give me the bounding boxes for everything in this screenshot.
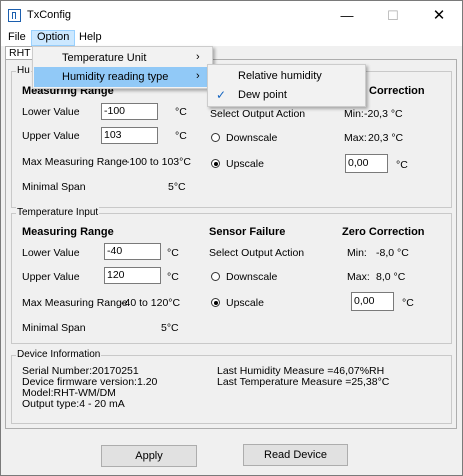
temperature-max-value: 8,0 °C [376, 271, 406, 283]
temperature-minimal-span-value: 5°C [161, 322, 179, 334]
chevron-right-icon: › [196, 51, 200, 63]
humidity-minimal-span-value: 5°C [168, 181, 186, 193]
temperature-offset-input[interactable]: 0,00 [351, 292, 394, 311]
menu-file[interactable]: File [3, 30, 31, 46]
title-bar: TxConfig — ☐ ✕ [1, 1, 462, 30]
submenu-item-relative-humidity-label: Relative humidity [238, 70, 322, 82]
humidity-minimal-span-label: Minimal Span [22, 181, 86, 193]
humidity-lower-label: Lower Value [22, 106, 80, 118]
humidity-upper-input[interactable]: 103 [101, 127, 158, 144]
close-button[interactable]: ✕ [416, 1, 462, 30]
humidity-reading-submenu: Relative humidity Dew point ✓ [207, 64, 366, 107]
humidity-upscale-radio[interactable] [211, 159, 220, 168]
temperature-upscale-radio[interactable] [211, 298, 220, 307]
temperature-upper-unit: °C [167, 271, 179, 283]
humidity-group-label: Hu [16, 65, 31, 76]
temperature-sensor-heading: Sensor Failure [209, 226, 286, 238]
humidity-min-value: -20,3 °C [364, 108, 403, 120]
menu-item-temperature-unit[interactable]: Temperature Unit [34, 48, 211, 68]
temperature-group-label: Temperature Input [16, 207, 100, 218]
temperature-min-value: -8,0 °C [376, 247, 409, 259]
menu-item-humidity-reading-type-label: Humidity reading type [62, 71, 169, 83]
tab-panel: Hu Measuring Range Correction Lower Valu… [5, 59, 457, 429]
temperature-lower-label: Lower Value [22, 247, 80, 259]
temperature-correction-heading: Zero Correction [342, 226, 425, 238]
humidity-max-label: Max: [344, 132, 367, 144]
temperature-downscale-label[interactable]: Downscale [226, 271, 277, 283]
maximize-button[interactable]: ☐ [370, 1, 416, 30]
humidity-max-value: 20,3 °C [368, 132, 404, 144]
chevron-right-icon: › [196, 70, 200, 82]
temperature-max-range-value: -40 to 120°C [121, 297, 181, 309]
temperature-input-group: Temperature Input Measuring Range Sensor… [11, 207, 452, 344]
temperature-measuring-heading: Measuring Range [22, 226, 114, 238]
humidity-lower-input[interactable]: -100 [101, 103, 158, 120]
temperature-upper-label: Upper Value [22, 271, 80, 283]
temperature-max-label: Max: [347, 271, 370, 283]
submenu-item-dew-point[interactable]: Dew point [209, 85, 364, 105]
app-window: TxConfig — ☐ ✕ File Option Help RHT Hu M… [0, 0, 463, 476]
humidity-offset-unit: °C [396, 159, 408, 171]
humidity-lower-unit: °C [175, 106, 187, 118]
humidity-min-label: Min: [344, 108, 364, 120]
humidity-correction-heading: Correction [369, 85, 425, 97]
temperature-lower-input[interactable]: -40 [104, 243, 161, 260]
menu-item-humidity-reading-type[interactable]: Humidity reading type [34, 67, 211, 87]
apply-button[interactable]: Apply [101, 445, 197, 467]
submenu-item-dew-point-label: Dew point [238, 89, 287, 101]
temperature-upscale-label[interactable]: Upscale [226, 297, 264, 309]
temperature-min-label: Min: [347, 247, 367, 259]
submenu-item-relative-humidity[interactable]: Relative humidity [209, 66, 364, 86]
temperature-max-range-label: Max Measuring Range [22, 297, 128, 309]
humidity-max-range-value: -100 to 103°C [126, 156, 191, 168]
temperature-minimal-span-label: Minimal Span [22, 322, 86, 334]
read-device-button[interactable]: Read Device [243, 444, 348, 466]
humidity-downscale-label[interactable]: Downscale [226, 132, 277, 144]
temperature-select-output-label: Select Output Action [209, 247, 305, 259]
temperature-lower-unit: °C [167, 247, 179, 259]
device-info-label: Device Information [16, 349, 102, 360]
humidity-upper-unit: °C [175, 130, 187, 142]
device-info-group: Device Information Serial Number:2017025… [11, 349, 452, 424]
menu-help[interactable]: Help [74, 30, 107, 46]
humidity-downscale-radio[interactable] [211, 133, 220, 142]
humidity-upscale-label[interactable]: Upscale [226, 158, 264, 170]
temperature-upper-input[interactable]: 120 [104, 267, 161, 284]
temperature-offset-unit: °C [402, 297, 414, 309]
minimize-button[interactable]: — [324, 1, 370, 30]
temperature-downscale-radio[interactable] [211, 272, 220, 281]
menu-option[interactable]: Option [31, 30, 76, 46]
option-menu: Temperature Unit › Humidity reading type… [32, 46, 213, 89]
menu-bar: File Option Help [1, 30, 462, 46]
checkmark-icon: ✓ [216, 88, 227, 102]
menu-item-temperature-unit-label: Temperature Unit [62, 52, 147, 64]
app-icon [8, 9, 21, 22]
humidity-offset-input[interactable]: 0,00 [345, 154, 388, 173]
output-type: Output type:4 - 20 mA [22, 398, 125, 410]
humidity-select-output-label: Select Output Action [210, 108, 306, 120]
humidity-max-range-label: Max Measuring Range [22, 156, 128, 168]
humidity-upper-label: Upper Value [22, 130, 80, 142]
window-title: TxConfig [27, 9, 72, 21]
last-temperature-measure: Last Temperature Measure =25,38°C [217, 376, 390, 388]
